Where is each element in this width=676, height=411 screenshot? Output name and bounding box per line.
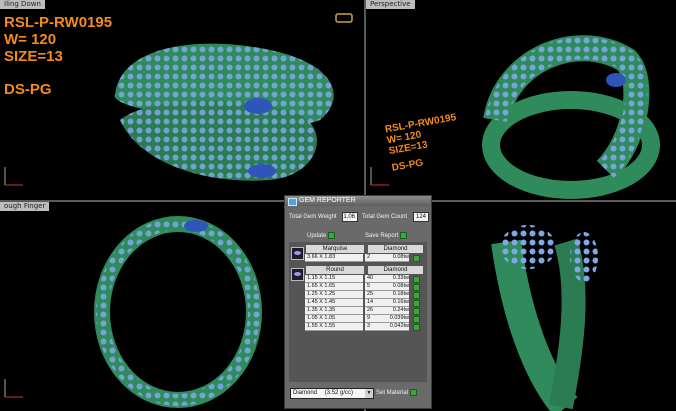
- gem-count-cell: 5: [365, 283, 377, 291]
- gem-shape-header: Round: [305, 265, 365, 275]
- gem-weight-cell: 0.08tw: [377, 254, 409, 262]
- gem-weight-cell: 0.08tw: [377, 283, 409, 291]
- save-report-button[interactable]: Save Report: [365, 232, 408, 239]
- gem-table: Marquise Diamond 3.66 X 1.83 2 0.08tw Round Di…: [289, 242, 427, 382]
- gem-count-cell: 2: [365, 254, 377, 262]
- axis-gizmo-icon: [4, 167, 23, 186]
- gem-weight-cell: 0.33tw: [377, 275, 409, 283]
- total-weight-value: 1.06: [342, 212, 358, 222]
- gem-material-header: Diamond: [367, 265, 424, 275]
- gem-material-header: Diamond: [367, 244, 424, 254]
- update-icon: [328, 232, 336, 239]
- viewport-top-left[interactable]: Iling Down RSL-P-RW0195 W= 120 SIZE=13 D…: [0, 0, 364, 200]
- set-material-icon: [410, 389, 418, 396]
- gem-size-cell: 1.15 X 1.15: [305, 275, 363, 283]
- gem-row-select-icon[interactable]: [413, 300, 420, 307]
- gem-row-select-icon[interactable]: [413, 276, 420, 283]
- total-weight-label: Total Gem Weight: [289, 214, 337, 220]
- gem-size-cell: 1.25 X 1.25: [305, 291, 363, 299]
- gem-size-cell: 1.05 X 1.05: [305, 315, 363, 323]
- total-count-value: 124: [413, 212, 429, 222]
- material-footer: Diamond (3.52 g/cc) ▼ Set Material: [290, 388, 426, 399]
- gem-count-cell: 14: [365, 299, 377, 307]
- gem-size-cell: 1.55 X 1.55: [305, 323, 363, 331]
- gem-count-cell: 40: [365, 275, 377, 283]
- gem-row-select-icon[interactable]: [413, 284, 420, 291]
- ring-render-top: [114, 13, 353, 181]
- gem-count-cell: 3: [365, 323, 377, 331]
- update-button[interactable]: Update: [307, 232, 336, 239]
- update-label: Update: [307, 232, 327, 239]
- gem-reporter-title: GEM REPORTER: [299, 197, 356, 204]
- save-report-label: Save Report: [365, 232, 399, 239]
- gem-count-cell: 25: [365, 291, 377, 299]
- gem-row-select-icon[interactable]: [413, 316, 420, 323]
- gem-reporter-titlebar[interactable]: GEM REPORTER: [285, 196, 431, 206]
- gem-size-cell: 3.66 X 1.83: [305, 254, 363, 262]
- gem-row-select-icon[interactable]: [413, 255, 420, 262]
- gem-weight-cell: 0.18tw: [377, 291, 409, 299]
- gem-weight-cell: 0.24tw: [377, 307, 409, 315]
- gem-weight-cell: 0.042tw: [377, 323, 409, 331]
- material-select[interactable]: Diamond (3.52 g/cc) ▼: [290, 388, 374, 399]
- gem-shape-header: Marquise: [305, 244, 365, 254]
- set-material-button[interactable]: Set Material: [376, 389, 418, 396]
- material-select-density: (3.52 g/cc): [324, 390, 354, 396]
- axis-gizmo-icon: [370, 167, 389, 186]
- total-count-label: Total Gem Count: [362, 214, 408, 220]
- gem-weight-cell: 0.16tw: [377, 299, 409, 307]
- dropdown-arrow-icon: ▼: [365, 389, 373, 398]
- set-material-label: Set Material: [376, 389, 409, 396]
- gem-count-cell: 26: [365, 307, 377, 315]
- gem-count-cell: 9: [365, 315, 377, 323]
- save-report-icon: [400, 232, 408, 239]
- gem-row-select-icon[interactable]: [413, 292, 420, 299]
- gem-row-select-icon[interactable]: [413, 324, 420, 331]
- round-gem-icon: [291, 268, 304, 281]
- gem-reporter-panel: GEM REPORTER Total Gem Weight 1.06 Total…: [284, 195, 432, 409]
- gem-reporter-icon: [288, 198, 297, 206]
- material-select-value: Diamond: [293, 390, 318, 396]
- gem-size-cell: 1.45 X 1.45: [305, 299, 363, 307]
- marquise-gem-icon: [291, 247, 304, 260]
- gem-weight-cell: 0.039tw: [377, 315, 409, 323]
- gem-size-cell: 1.65 X 1.65: [305, 283, 363, 291]
- axis-gizmo-icon: [4, 379, 23, 398]
- viewport-top-right[interactable]: Perspective RSL-P-RW0195 W= 120 SIZE=13 …: [366, 0, 676, 200]
- gem-size-cell: 1.35 X 1.35: [305, 307, 363, 315]
- gem-row-select-icon[interactable]: [413, 308, 420, 315]
